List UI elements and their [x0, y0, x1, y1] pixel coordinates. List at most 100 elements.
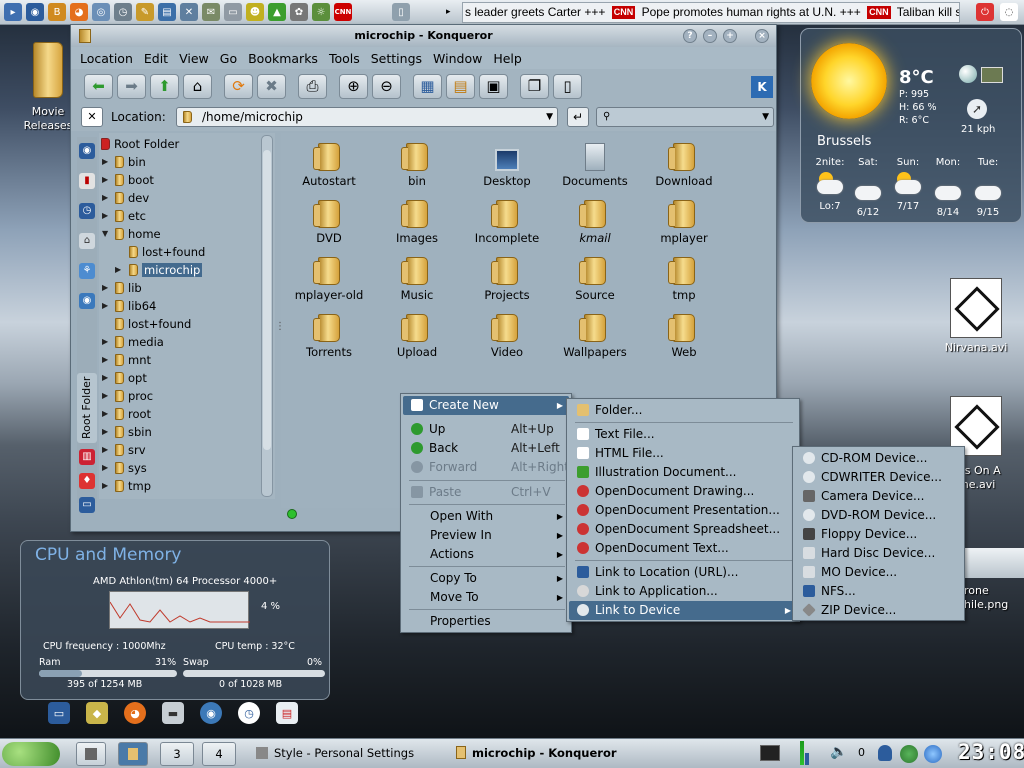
bugs-icon[interactable]: B: [48, 3, 66, 21]
konqueror-icon[interactable]: ◉: [26, 3, 44, 21]
location-input[interactable]: /home/microchip ▼: [176, 107, 558, 127]
trash-icon[interactable]: ▯: [392, 3, 410, 21]
menu-item-link-app[interactable]: Link to Application...: [569, 582, 797, 601]
file-item[interactable]: Web: [644, 314, 724, 359]
home-tab-icon[interactable]: ⌂: [79, 233, 95, 249]
file-item[interactable]: tmp: [644, 257, 724, 302]
tree-scrollbar[interactable]: [261, 135, 273, 497]
tree-item[interactable]: ▶ proc: [99, 387, 259, 405]
tree-item[interactable]: ▶ root: [99, 405, 259, 423]
menu-settings[interactable]: Settings: [365, 51, 427, 66]
tree-item[interactable]: ▶ bin: [99, 153, 259, 171]
zoom-in-button[interactable]: ⊕: [339, 73, 368, 99]
menu-item-floppy[interactable]: Floppy Device...: [795, 525, 961, 544]
history-tab-icon[interactable]: ◷: [79, 203, 95, 219]
logout-icon[interactable]: ⏻: [976, 3, 994, 21]
tree-item-selected[interactable]: ▶ microchip: [113, 261, 203, 279]
game-icon[interactable]: ☻: [246, 3, 264, 21]
menu-item-harddisk[interactable]: Hard Disc Device...: [795, 544, 961, 563]
menu-help[interactable]: Help: [487, 51, 527, 66]
detail-view-button[interactable]: ▤: [446, 73, 475, 99]
menu-item-link-url[interactable]: Link to Location (URL)...: [569, 563, 797, 582]
media-tab-icon[interactable]: ♦: [79, 473, 95, 489]
menu-item-copy-to[interactable]: Copy To ▶: [403, 569, 569, 588]
harddisk-launcher-icon[interactable]: ▬: [162, 702, 184, 724]
menu-item-open-with[interactable]: Open With ▶: [403, 507, 569, 526]
globe-tray-icon[interactable]: [924, 745, 942, 763]
tree-item[interactable]: ▶ lib: [99, 279, 259, 297]
devices-tab-icon[interactable]: ▮: [79, 173, 95, 189]
paste-button[interactable]: ▯: [553, 73, 582, 99]
menu-bookmarks[interactable]: Bookmarks: [242, 51, 323, 66]
calendar-launcher-icon[interactable]: ▤: [276, 702, 298, 724]
cpu-memory-widget[interactable]: CPU and Memory AMD Athlon(tm) 64 Process…: [20, 540, 330, 700]
globe-icon[interactable]: ◎: [92, 3, 110, 21]
task-style-settings[interactable]: Style - Personal Settings: [248, 742, 446, 766]
tree-item[interactable]: ▶ sbin: [99, 423, 259, 441]
back-button[interactable]: ⬅: [84, 73, 113, 99]
menu-item-mo[interactable]: MO Device...: [795, 563, 961, 582]
menu-item-zip[interactable]: ZIP Device...: [795, 601, 961, 620]
file-item[interactable]: DVD: [289, 200, 369, 245]
close-button[interactable]: ×: [755, 29, 769, 43]
tree-item[interactable]: ▶ boot: [99, 171, 259, 189]
tree-item[interactable]: Root Folder: [101, 135, 179, 153]
file-item[interactable]: Source: [555, 257, 635, 302]
desktop-pager-1[interactable]: [76, 742, 106, 766]
file-item[interactable]: Download: [644, 143, 724, 188]
go-button[interactable]: ↵: [567, 107, 589, 127]
home-button[interactable]: ⌂: [183, 73, 212, 99]
file-item[interactable]: Projects: [467, 257, 547, 302]
services-tab-icon[interactable]: ◉: [79, 293, 95, 309]
root-tab-icon[interactable]: ▥: [79, 449, 95, 465]
bookmarks-tab-icon[interactable]: ◉: [79, 143, 95, 159]
file-item[interactable]: mplayer: [644, 200, 724, 245]
trash-launcher-icon[interactable]: ◆: [86, 702, 108, 724]
file-item[interactable]: Upload: [377, 314, 457, 359]
minimize-button[interactable]: –: [703, 29, 717, 43]
menu-item-link-device[interactable]: Link to Device ▶: [569, 601, 797, 620]
copy-button[interactable]: ❐: [520, 73, 549, 99]
image-thumbnail[interactable]: [962, 548, 1024, 578]
menu-item-actions[interactable]: Actions ▶: [403, 545, 569, 564]
network-launcher-icon[interactable]: ◉: [200, 702, 222, 724]
icon-view-button[interactable]: ▦: [413, 73, 442, 99]
tree-item[interactable]: ▶ sys: [99, 459, 259, 477]
file-item[interactable]: mplayer-old: [289, 257, 369, 302]
clock[interactable]: 23:08: [958, 740, 1024, 766]
network-tray-icon[interactable]: [900, 745, 918, 763]
menu-item-folder[interactable]: Folder...: [569, 401, 797, 420]
menu-item-camera[interactable]: Camera Device...: [795, 487, 961, 506]
tree-item[interactable]: ▶ tmp: [99, 477, 259, 495]
network-tab-icon[interactable]: ⚘: [79, 263, 95, 279]
window-menu-icon[interactable]: [79, 29, 91, 43]
menu-item-cdrom[interactable]: CD-ROM Device...: [795, 449, 961, 468]
menu-item-html-file[interactable]: HTML File...: [569, 444, 797, 463]
firefox-launcher-icon[interactable]: ◕: [124, 702, 146, 724]
ticker-arrow-icon[interactable]: ▸: [446, 7, 451, 17]
tree-item[interactable]: ▶ mnt: [99, 351, 259, 369]
menu-edit[interactable]: Edit: [138, 51, 173, 66]
my-computer-icon[interactable]: ▭: [48, 702, 70, 724]
stop-button[interactable]: ✖: [257, 73, 286, 99]
file-item[interactable]: Video: [467, 314, 547, 359]
user-tray-icon[interactable]: [878, 745, 892, 761]
clear-location-button[interactable]: ✕: [81, 107, 103, 127]
menu-item-cdwriter[interactable]: CDWRITER Device...: [795, 468, 961, 487]
file-item[interactable]: Images: [377, 200, 457, 245]
news-ticker[interactable]: s leader greets Carter +++ CNN Pope prom…: [462, 2, 960, 23]
desktop-icon-movie-releases[interactable]: Movie Releases: [18, 42, 78, 133]
menu-item-properties[interactable]: Properties: [403, 612, 569, 631]
file-item[interactable]: bin: [377, 143, 457, 188]
suse-logo-icon[interactable]: [2, 742, 60, 766]
editor-icon[interactable]: ✎: [136, 3, 154, 21]
tree-item[interactable]: ▶ dev: [99, 189, 259, 207]
menu-item-od-text[interactable]: OpenDocument Text...: [569, 539, 797, 558]
preview-button[interactable]: ▣: [479, 73, 508, 99]
menu-item-od-presentation[interactable]: OpenDocument Presentation...: [569, 501, 797, 520]
search-input[interactable]: ⚲ ▼: [596, 107, 774, 127]
forward-button[interactable]: ➡: [117, 73, 146, 99]
file-item[interactable]: Autostart: [289, 143, 369, 188]
file-item[interactable]: Wallpapers: [555, 314, 635, 359]
tree-item[interactable]: ▶ etc: [99, 207, 259, 225]
